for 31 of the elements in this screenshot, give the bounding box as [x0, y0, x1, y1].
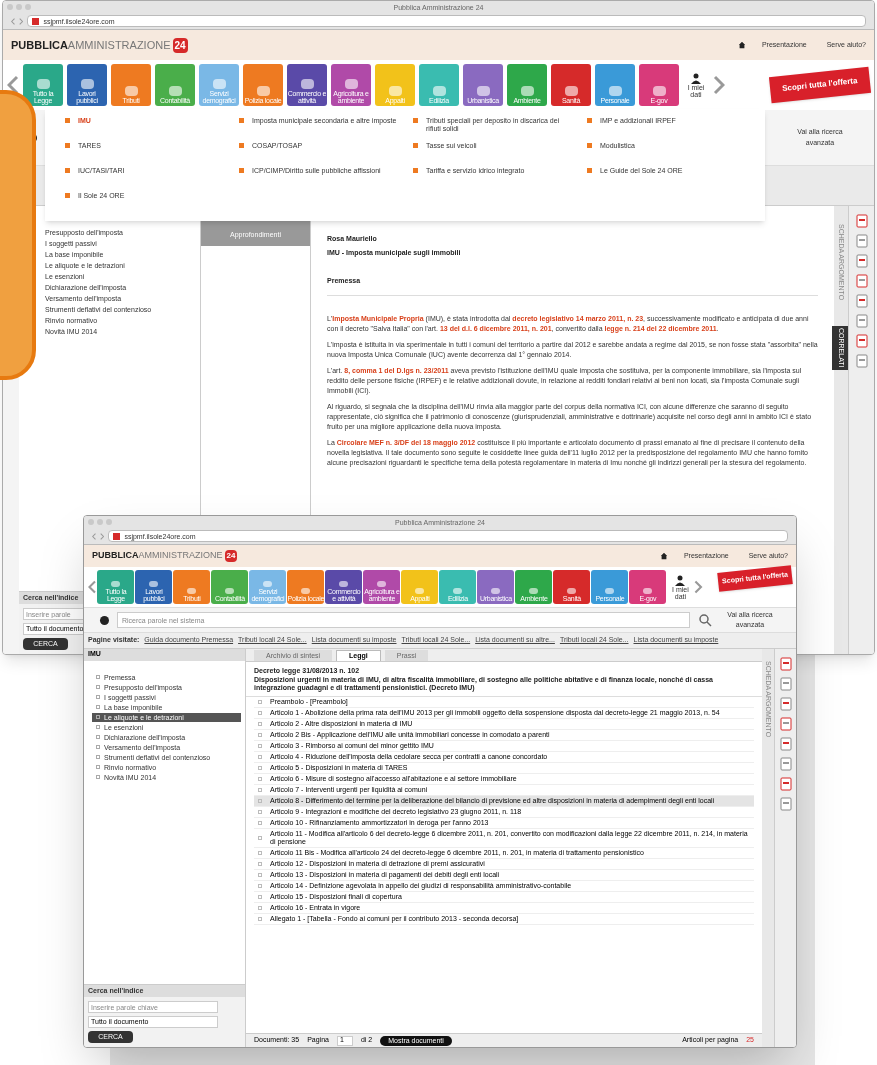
home-icon[interactable] — [737, 41, 746, 49]
brand-logo[interactable]: PUBBLICAAMMINISTRAZIONE 24 — [11, 36, 188, 54]
tool-icon[interactable] — [778, 756, 793, 771]
tool-icon[interactable] — [778, 676, 793, 691]
tool-icon[interactable] — [778, 696, 793, 711]
tool-icon[interactable] — [854, 314, 869, 328]
tool-icon[interactable] — [854, 294, 869, 308]
tool-icon[interactable] — [778, 656, 793, 671]
promo-banner[interactable]: Scopri tutta l'offerta — [769, 66, 872, 104]
tool-icon[interactable] — [778, 776, 793, 791]
forward-icon[interactable] — [100, 532, 105, 540]
back-icon[interactable] — [11, 17, 16, 25]
tool-icon[interactable] — [778, 796, 793, 811]
tool-icon[interactable] — [854, 354, 869, 368]
site-icon — [113, 532, 121, 540]
help-icon[interactable] — [100, 615, 109, 625]
site-icon — [32, 17, 40, 25]
tool-icon[interactable] — [854, 214, 869, 228]
forward-icon[interactable] — [19, 17, 24, 25]
back-icon[interactable] — [92, 532, 97, 540]
tool-icon[interactable] — [854, 234, 869, 248]
tool-icon[interactable] — [854, 254, 869, 268]
search-icon[interactable] — [698, 613, 712, 627]
tool-icon[interactable] — [854, 274, 869, 288]
home-icon[interactable] — [659, 552, 668, 560]
user-icon — [691, 72, 701, 84]
brand-logo[interactable]: PUBBLICAAMMINISTRAZIONE 24 — [92, 549, 238, 563]
tool-icon[interactable] — [854, 334, 869, 348]
tool-icon[interactable] — [778, 736, 793, 751]
tool-icon[interactable] — [778, 716, 793, 731]
user-icon — [675, 574, 686, 586]
